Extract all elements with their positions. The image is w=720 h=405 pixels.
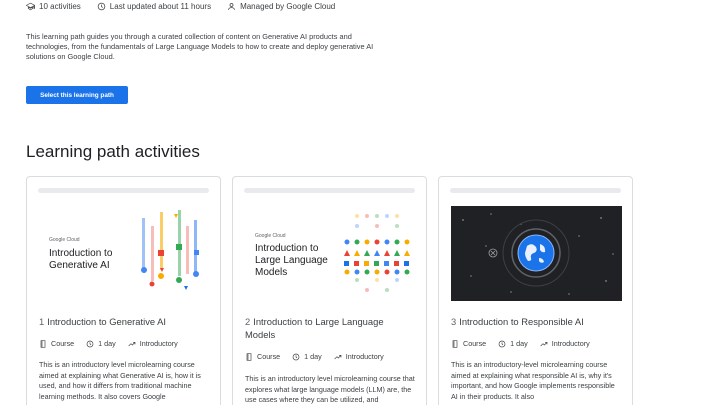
card-title-text: Introduction to Large Language Models xyxy=(245,316,384,340)
card-title-text: Introduction to Responsible AI xyxy=(459,316,584,327)
card-details: Course 1 day Introductory xyxy=(39,339,190,348)
duration: 1 day xyxy=(98,339,116,348)
card-details: Course 1 day Introductory xyxy=(245,352,396,361)
level-chip: Introductory xyxy=(540,339,590,348)
card-description: This is an introductory level microlearn… xyxy=(39,360,201,401)
book-icon xyxy=(40,339,46,348)
course-type-chip: Course xyxy=(245,352,280,361)
duration-chip: 1 day xyxy=(86,339,116,348)
book-icon xyxy=(246,352,252,361)
last-updated-text: Last updated about 11 hours xyxy=(109,2,212,11)
google-cloud-logo: Google Cloud xyxy=(255,233,286,239)
duration-chip: 1 day xyxy=(498,339,528,348)
card-top-bar xyxy=(450,188,621,193)
card-title[interactable]: 3 Introduction to Responsible AI xyxy=(451,315,622,328)
person-icon xyxy=(228,3,235,10)
book-icon xyxy=(452,339,458,348)
llm-illustration xyxy=(344,214,410,292)
section-title: Learning path activities xyxy=(26,142,200,161)
updated-meta: Last updated about 11 hours xyxy=(97,2,211,11)
graduation-cap-icon xyxy=(26,2,35,11)
learning-path-description: This learning path guides you through a … xyxy=(26,32,374,61)
level-chip: Introductory xyxy=(128,339,178,348)
activities-meta: 10 activities xyxy=(26,2,81,11)
duration: 1 day xyxy=(304,352,322,361)
globe-illustration xyxy=(451,206,622,301)
course-type: Course xyxy=(51,339,75,348)
level: Introductory xyxy=(551,339,590,348)
card-title-text: Introduction to Generative AI xyxy=(47,316,167,327)
card-thumbnail-responsible-ai xyxy=(451,206,622,301)
course-type-chip: Course xyxy=(451,339,486,348)
clock-icon xyxy=(86,340,94,347)
card-details: Course 1 day Introductory xyxy=(451,339,602,348)
card-title[interactable]: 2 Introduction to Large Language Models xyxy=(245,315,416,341)
select-learning-path-button[interactable]: Select this learning path xyxy=(26,86,128,104)
card-number: 2 xyxy=(245,316,251,327)
activity-card[interactable]: Google Cloud Introduction to Generative … xyxy=(26,176,221,405)
course-type: Course xyxy=(257,352,281,361)
clock-icon xyxy=(498,340,506,347)
clock-icon xyxy=(292,353,300,360)
duration-chip: 1 day xyxy=(292,352,322,361)
course-type-chip: Course xyxy=(39,339,74,348)
clock-icon xyxy=(97,2,106,11)
activities-count: 10 activities xyxy=(39,2,81,11)
card-description: This is an introductory level microlearn… xyxy=(245,374,415,404)
card-description: This is an introductory-level microlearn… xyxy=(451,360,615,401)
duration: 1 day xyxy=(510,339,528,348)
activity-card[interactable]: 3 Introduction to Responsible AI Course 1… xyxy=(438,176,633,405)
thumbnail-title: Introduction to Generative AI xyxy=(49,248,113,271)
course-type: Course xyxy=(463,339,487,348)
google-cloud-logo: Google Cloud xyxy=(49,237,80,243)
level: Introductory xyxy=(345,352,384,361)
card-thumbnail-llm: Google Cloud Introduction to Large Langu… xyxy=(245,206,416,301)
level: Introductory xyxy=(139,339,178,348)
card-title[interactable]: 1 Introduction to Generative AI xyxy=(39,315,210,328)
trending-icon xyxy=(540,341,548,346)
trending-icon xyxy=(128,341,136,346)
managed-meta: Managed by Google Cloud xyxy=(227,2,335,11)
activity-card[interactable]: Google Cloud Introduction to Large Langu… xyxy=(232,176,427,405)
card-thumbnail-generative-ai: Google Cloud Introduction to Generative … xyxy=(39,206,210,301)
card-top-bar xyxy=(38,188,209,193)
learning-path-meta: 10 activities Last updated about 11 hour… xyxy=(26,2,351,11)
generative-ai-illustration xyxy=(141,210,199,290)
card-top-bar xyxy=(244,188,415,193)
managed-by-text: Managed by Google Cloud xyxy=(240,2,336,11)
card-number: 1 xyxy=(39,316,45,327)
trending-icon xyxy=(334,354,342,359)
card-number: 3 xyxy=(451,316,457,327)
level-chip: Introductory xyxy=(334,352,384,361)
thumbnail-title: Introduction to Large Language Models xyxy=(255,243,328,278)
